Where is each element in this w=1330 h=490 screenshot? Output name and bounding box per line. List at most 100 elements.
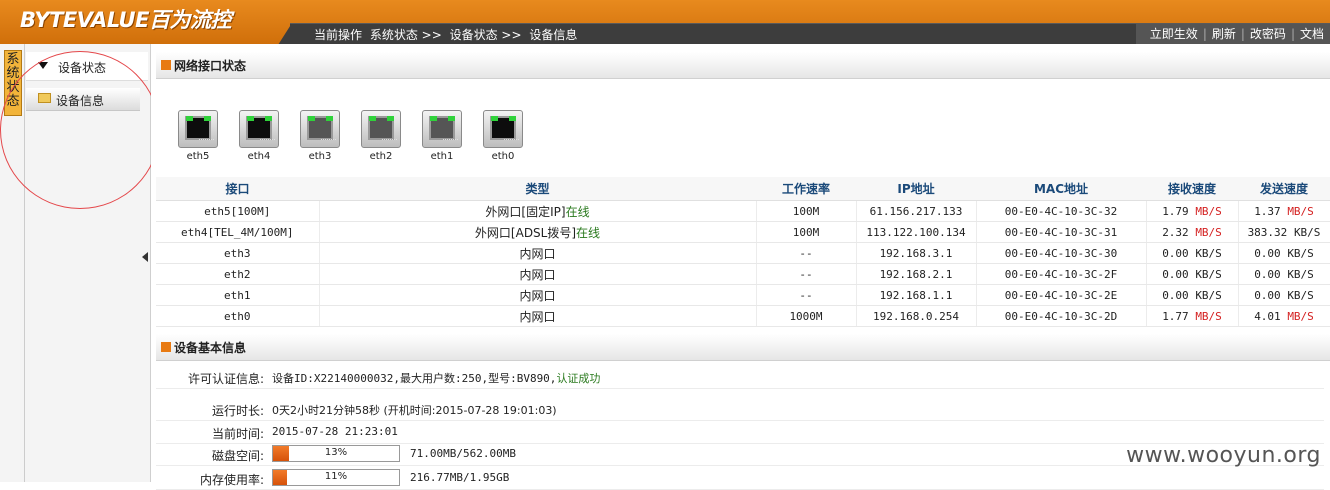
jack-pins [260,139,275,143]
watermark: www.wooyun.org [1126,443,1321,468]
port-led-icon [448,116,455,121]
uptime-label: 运行时长: [211,404,264,418]
interface-type: 内网口 [519,246,556,261]
brand-logo: BYTEVALUE百为流控 [20,8,231,32]
device-section-title: 设备基本信息 [174,341,247,355]
ethernet-port-icon [483,110,523,148]
docs-link[interactable]: 文档 [1300,27,1324,41]
cell-rx: 1.79 MB/S [1146,200,1239,222]
cell-ip: 192.168.3.1 [856,242,977,264]
cell-type: 内网口 [319,305,757,327]
cell-ip: 192.168.1.1 [856,284,977,306]
main-content: 网络接口状态 eth5 eth4 eth3 eth2 eth1 eth0 接口 类型 工作速率… [151,44,1330,490]
port-eth1[interactable]: eth1 [420,110,464,162]
column-header: 发送速度 [1238,177,1330,201]
disk-progress-bar: 13% [272,445,400,462]
ip-address: 113.122.100.134 [866,225,966,239]
license-label: 许可认证信息: [187,372,264,386]
change-password-link[interactable]: 改密码 [1250,27,1286,41]
port-led-icon [430,116,437,121]
cell-mac: 00-E0-4C-10-3C-2E [976,284,1147,306]
sidebar: 系统状态 设备状态 设备信息 [0,44,151,482]
network-section-header: 网络接口状态 [156,52,1330,79]
port-led-icon [308,116,315,121]
port-name: eth3 [308,151,332,162]
rx-value: 0.00 [1162,288,1189,302]
disk-percent: 13% [324,447,348,458]
memory-row: 内存使用率: 11% 216.77MB/1.95GB [156,468,1324,490]
link-separator: | [1290,27,1295,41]
ethernet-port-icon [361,110,401,148]
port-name: eth4 [247,151,271,162]
top-header: BYTEVALUE百为流控 当前操作 系统状态 >> 设备状态 >> 设备信息 … [0,0,1330,44]
cell-speed: -- [756,284,857,306]
port-eth3[interactable]: eth3 [298,110,342,162]
cell-tx: 4.01 MB/S [1238,305,1330,327]
sidebar-item-device-info[interactable]: 设备信息 [26,88,140,111]
port-led-icon [204,116,211,121]
cell-rx: 0.00 KB/S [1146,242,1239,264]
cell-mac: 00-E0-4C-10-3C-2D [976,305,1147,327]
refresh-link[interactable]: 刷新 [1212,27,1236,41]
interface-type: 内网口 [519,288,556,303]
device-section-header: 设备基本信息 [156,334,1330,361]
port-eth5[interactable]: eth5 [176,110,220,162]
tx-unit: KB/S [1287,267,1314,281]
cell-rx: 1.77 MB/S [1146,305,1239,327]
license-row: 许可认证信息: 设备ID:X22140000032,最大用户数:250,型号:B… [156,367,1324,389]
link-separator: | [1202,27,1207,41]
cell-speed: -- [756,263,857,285]
section-arrow-icon [161,60,171,70]
table-row: eth2 内网口 -- 192.168.2.1 00-E0-4C-10-3C-2F 0.0… [156,263,1330,285]
header-links: 立即生效 | 刷新 | 改密码 | 文档 [1135,24,1330,44]
cell-type: 内网口 [319,263,757,285]
license-value: 设备ID:X22140000032,最大用户数:250,型号:BV890,认证成… [272,370,600,386]
mac-address: 00-E0-4C-10-3C-2F [1004,267,1118,281]
ethernet-port-icon [178,110,218,148]
memory-percent: 11% [324,471,348,482]
caret-down-icon [38,62,48,69]
apply-now-link[interactable]: 立即生效 [1150,27,1198,41]
port-led-icon [326,116,333,121]
rx-value: 1.77 [1162,309,1189,323]
current-time-row: 当前时间: 2015-07-28 21:23:01 [156,422,1324,444]
port-led-icon [509,116,516,121]
link-speed: -- [799,246,813,260]
sidebar-group-device-status[interactable]: 设备状态 [26,52,148,81]
jack-pins [321,139,336,143]
tx-unit: KB/S [1293,225,1321,239]
cell-speed: 1000M [756,305,857,327]
port-led-icon [491,116,498,121]
port-led-icon [186,116,193,121]
tx-unit: MB/S [1287,309,1314,323]
collapse-sidebar-arrow-icon[interactable] [142,252,148,262]
breadcrumb-system-status[interactable]: 系统状态 >> [370,28,442,42]
jack-pins [199,139,214,143]
ethernet-port-icon [422,110,462,148]
rx-value: 0.00 [1162,246,1189,260]
table-header-row: 接口 类型 工作速率 IP地址 MAC地址 接收速度 发送速度 [156,177,1330,201]
cell-interface: eth1 [156,284,320,306]
cell-type: 外网口[固定IP]在线 [319,200,757,222]
vertical-tab-system-status[interactable]: 系统状态 [4,50,22,116]
network-section-title: 网络接口状态 [174,59,247,73]
link-separator: | [1240,27,1245,41]
ip-address: 192.168.2.1 [879,267,953,281]
port-eth2[interactable]: eth2 [359,110,403,162]
ip-address: 192.168.1.1 [879,288,953,302]
port-eth0[interactable]: eth0 [481,110,525,162]
interface-name: eth3 [224,246,251,260]
breadcrumb-current-op: 当前操作 [314,28,363,42]
current-time-label: 当前时间: [211,427,264,441]
tx-value: 0.00 [1254,267,1281,281]
port-eth4[interactable]: eth4 [237,110,281,162]
rx-unit: MB/S [1195,225,1222,239]
rx-value: 0.00 [1162,267,1189,281]
breadcrumb-device-status[interactable]: 设备状态 >> [450,28,522,42]
breadcrumb-device-info: 设备信息 [529,28,578,42]
interface-name: eth2 [224,267,251,281]
memory-usage: 216.77MB/1.95GB [410,471,510,484]
cell-interface: eth5[100M] [156,200,320,222]
ip-address: 192.168.3.1 [879,246,953,260]
interface-name: eth0 [224,309,251,323]
